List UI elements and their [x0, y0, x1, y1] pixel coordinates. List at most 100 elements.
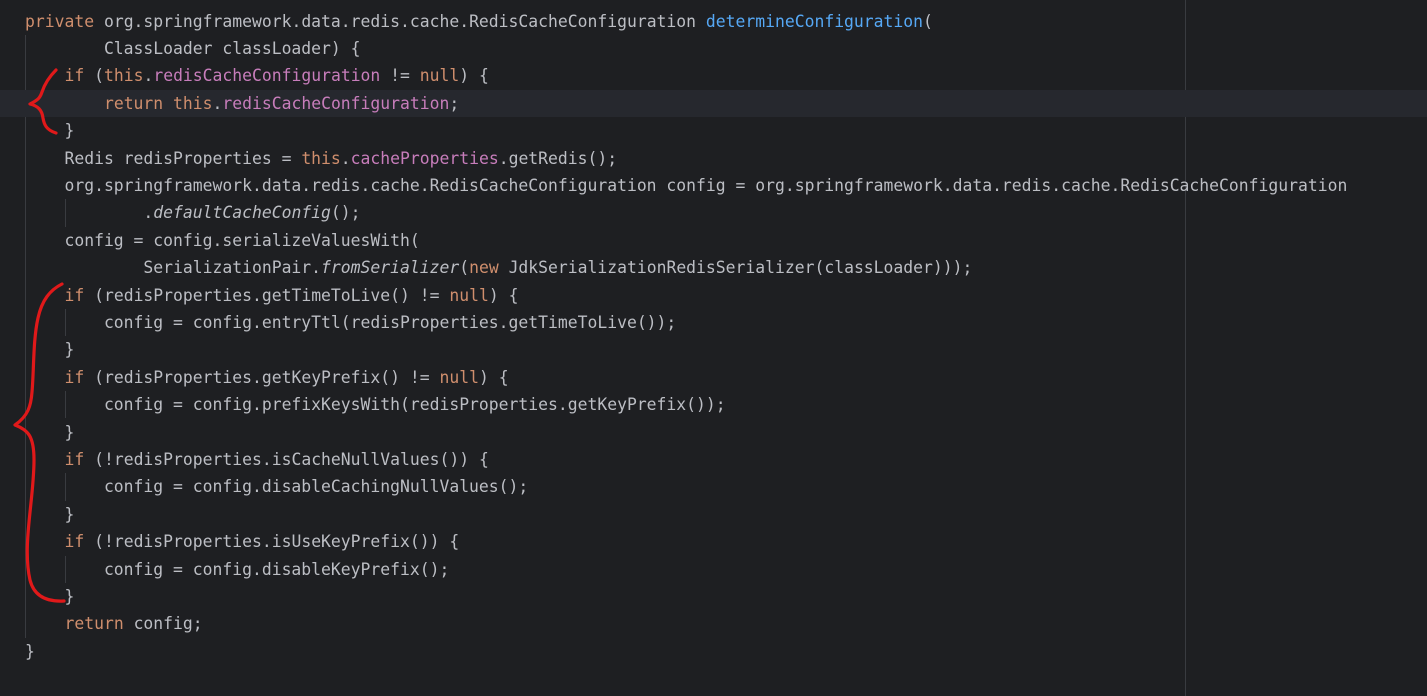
code-line[interactable]: config = config.disableCachingNullValues…	[0, 473, 1427, 500]
code-text: config = config.disableCachingNullValues…	[25, 473, 528, 500]
code-token: config = config.serializeValuesWith(	[25, 230, 420, 250]
code-line[interactable]: .defaultCacheConfig();	[0, 199, 1427, 226]
code-line[interactable]: if (!redisProperties.isUseKeyPrefix()) {	[0, 528, 1427, 555]
code-token: config;	[133, 614, 203, 634]
code-line[interactable]: }	[0, 583, 1427, 610]
code-token: }	[25, 586, 75, 606]
code-token: if	[64, 285, 95, 305]
code-line[interactable]: private org.springframework.data.redis.c…	[0, 8, 1427, 35]
code-token: ) {	[459, 66, 489, 86]
code-token: config = config.prefixKeysWith(redisProp…	[25, 395, 726, 415]
code-token: return	[103, 93, 174, 113]
code-token: config = config.entryTtl(redisProperties…	[25, 312, 677, 332]
code-token: redisCacheConfiguration	[222, 93, 450, 113]
code-line[interactable]: if (this.redisCacheConfiguration != null…	[0, 62, 1427, 89]
code-line[interactable]: }	[0, 117, 1427, 144]
code-token: }	[25, 641, 35, 661]
code-line[interactable]: Redis redisProperties = this.cacheProper…	[0, 145, 1427, 172]
code-token: }	[25, 121, 75, 141]
code-token: redisCacheConfiguration	[153, 66, 381, 86]
code-token: !=	[380, 66, 420, 86]
code-token: (!redisProperties.isCacheNullValues()) {	[94, 449, 489, 469]
code-token: config = config.disableCachingNullValues…	[25, 477, 529, 497]
code-text: if (redisProperties.getKeyPrefix() != nu…	[25, 364, 508, 391]
code-line[interactable]: config = config.disableKeyPrefix();	[0, 556, 1427, 583]
code-token: (	[923, 11, 933, 31]
code-token: if	[64, 66, 95, 86]
code-token: }	[25, 504, 75, 524]
code-line[interactable]: config = config.prefixKeysWith(redisProp…	[0, 391, 1427, 418]
code-token: defaultCacheConfig	[153, 203, 331, 223]
code-token: org.springframework.data.redis.cache.Red…	[103, 11, 706, 31]
code-token: ;	[449, 93, 460, 113]
code-token: determineConfiguration	[705, 11, 924, 31]
code-line[interactable]: return this.redisCacheConfiguration;	[0, 89, 1427, 118]
code-text: config = config.prefixKeysWith(redisProp…	[25, 391, 726, 418]
code-text: if (!redisProperties.isUseKeyPrefix()) {	[25, 528, 459, 555]
code-line[interactable]: config = config.serializeValuesWith(	[0, 227, 1427, 254]
code-token: ();	[330, 203, 361, 223]
code-token: (redisProperties.getTimeToLive() !=	[94, 285, 450, 305]
code-text: }	[25, 638, 35, 665]
code-token: if	[64, 449, 95, 469]
code-text: Redis redisProperties = this.cacheProper…	[25, 145, 617, 172]
code-token: .getRedis();	[498, 148, 618, 168]
code-text: }	[25, 419, 74, 446]
code-token: return	[64, 614, 134, 634]
code-text: return config;	[25, 610, 203, 637]
code-token: private	[25, 11, 104, 31]
code-text: return this.redisCacheConfiguration;	[25, 90, 459, 117]
code-token: (	[94, 66, 104, 86]
code-text: }	[25, 117, 74, 144]
code-token: Redis redisProperties =	[25, 148, 302, 168]
code-token: (	[459, 258, 470, 278]
code-text: config = config.serializeValuesWith(	[25, 227, 420, 254]
code-line[interactable]: }	[0, 638, 1427, 665]
code-token: (redisProperties.getKeyPrefix() !=	[94, 367, 440, 387]
code-token: if	[64, 367, 95, 387]
code-token: .	[25, 203, 154, 223]
code-text: if (redisProperties.getTimeToLive() != n…	[25, 282, 518, 309]
code-line[interactable]: }	[0, 419, 1427, 446]
code-text: if (!redisProperties.isCacheNullValues()…	[25, 446, 489, 473]
code-line[interactable]: org.springframework.data.redis.cache.Red…	[0, 172, 1427, 199]
code-text: config = config.disableKeyPrefix();	[25, 556, 449, 583]
code-token: ClassLoader classLoader) {	[25, 38, 361, 58]
code-line[interactable]: if (redisProperties.getTimeToLive() != n…	[0, 282, 1427, 309]
code-token: this	[301, 148, 341, 168]
code-token: fromSerializer	[321, 258, 460, 278]
code-text: }	[25, 336, 74, 363]
code-text: config = config.entryTtl(redisProperties…	[25, 309, 676, 336]
code-line[interactable]: }	[0, 336, 1427, 363]
code-token: new	[469, 258, 509, 278]
code-token: ) {	[488, 285, 519, 305]
code-token: }	[25, 340, 75, 360]
code-token: JdkSerializationRedisSerializer(classLoa…	[508, 258, 973, 278]
code-text: private org.springframework.data.redis.c…	[25, 8, 933, 35]
code-text: SerializationPair.fromSerializer(new Jdk…	[25, 254, 972, 281]
code-token: .	[212, 93, 223, 113]
code-line[interactable]: return config;	[0, 610, 1427, 637]
code-text: org.springframework.data.redis.cache.Red…	[25, 172, 1347, 199]
code-line[interactable]: if (!redisProperties.isCacheNullValues()…	[0, 446, 1427, 473]
code-token: null	[419, 66, 460, 86]
code-token: (!redisProperties.isUseKeyPrefix()) {	[94, 532, 460, 552]
code-token: org.springframework.data.redis.cache.Red…	[25, 175, 1348, 195]
code-text: }	[25, 583, 74, 610]
code-editor[interactable]: private org.springframework.data.redis.c…	[0, 0, 1427, 696]
code-token: null	[439, 367, 479, 387]
code-line[interactable]: if (redisProperties.getKeyPrefix() != nu…	[0, 364, 1427, 391]
code-line[interactable]: SerializationPair.fromSerializer(new Jdk…	[0, 254, 1427, 281]
code-token: .	[340, 148, 351, 168]
code-line[interactable]: }	[0, 501, 1427, 528]
code-token: this	[173, 93, 213, 113]
code-line[interactable]: ClassLoader classLoader) {	[0, 35, 1427, 62]
code-token: .	[143, 66, 154, 86]
code-line[interactable]: config = config.entryTtl(redisProperties…	[0, 309, 1427, 336]
code-text: .defaultCacheConfig();	[25, 199, 361, 226]
